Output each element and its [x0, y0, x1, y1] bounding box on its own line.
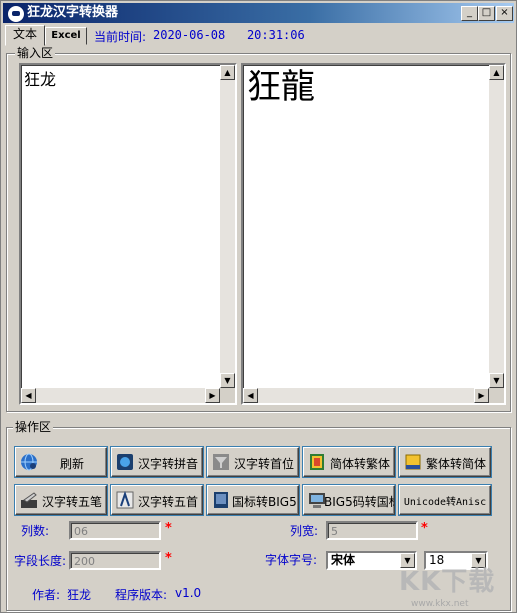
- watermark-logo: KK下载: [399, 567, 496, 597]
- author-label: 作者:: [32, 588, 61, 602]
- version-value: v1.0: [175, 586, 202, 600]
- tab-text[interactable]: 文本: [5, 25, 45, 46]
- columns-required-mark: *: [165, 521, 172, 536]
- column-width-required-mark: *: [421, 521, 428, 536]
- scroll-up-icon[interactable]: ▲: [489, 65, 504, 80]
- hanzi-to-wubi-initial-button[interactable]: 汉字转五首: [111, 485, 203, 515]
- source-horizontal-scrollbar[interactable]: ◀ ▶: [21, 388, 220, 403]
- field-length-label: 字段长度:: [14, 554, 67, 568]
- scroll-left-icon[interactable]: ◀: [21, 388, 36, 403]
- simplified-to-traditional-button[interactable]: 简体转繁体: [303, 447, 395, 477]
- scroll-down-icon[interactable]: ▼: [489, 373, 504, 388]
- result-vertical-scrollbar[interactable]: ▲ ▼: [489, 65, 504, 388]
- pinyin-icon: [117, 454, 133, 470]
- column-width-label: 列宽:: [290, 524, 319, 538]
- hanzi-to-pinyin-button[interactable]: 汉字转拼音: [111, 447, 203, 477]
- gb-to-big5-button[interactable]: 国标转BIG5: [207, 485, 299, 515]
- font-family-value: 宋体: [331, 553, 356, 567]
- font-label: 字体字号:: [265, 553, 318, 567]
- columns-input[interactable]: 06: [69, 521, 161, 540]
- column-width-input[interactable]: 5: [326, 521, 418, 540]
- book-icon: [310, 454, 324, 470]
- author-name: 狂龙: [67, 588, 92, 602]
- current-clock: 20:31:06: [246, 28, 305, 42]
- refresh-button[interactable]: 刷新: [15, 447, 107, 477]
- source-textbox[interactable]: 狂龙 ▲ ▼ ◀ ▶: [19, 63, 237, 405]
- title-bar[interactable]: 狂龙汉字转换器 _ □ ×: [3, 3, 514, 23]
- document-icon: [214, 492, 228, 508]
- big5-to-gb-button[interactable]: BIG5码转国标: [303, 485, 395, 515]
- field-length-required-mark: *: [165, 551, 172, 566]
- tab-excel[interactable]: Excel: [45, 27, 87, 45]
- source-text: 狂龙: [24, 70, 57, 89]
- scroll-corner: [220, 388, 235, 403]
- scroll-right-icon[interactable]: ▶: [205, 388, 220, 403]
- version-label: 程序版本:: [115, 588, 168, 602]
- result-text: 狂龍: [247, 67, 315, 107]
- watermark-url: www.kkx.net: [411, 599, 469, 609]
- current-time-value: 2020-06-08 20:31:06: [153, 28, 305, 42]
- close-button[interactable]: ×: [496, 6, 513, 21]
- result-horizontal-scrollbar[interactable]: ◀ ▶: [243, 388, 489, 403]
- scroll-down-icon[interactable]: ▼: [220, 373, 235, 388]
- scroll-left-icon[interactable]: ◀: [243, 388, 258, 403]
- traditional-to-simplified-button[interactable]: 繁体转简体: [399, 447, 491, 477]
- source-vertical-scrollbar[interactable]: ▲ ▼: [220, 65, 235, 388]
- columns-label: 列数:: [21, 524, 50, 538]
- note-icon: [405, 454, 421, 470]
- app-icon[interactable]: [7, 5, 25, 23]
- result-textbox[interactable]: 狂龍 ▲ ▼ ◀ ▶: [241, 63, 506, 405]
- hanzi-to-initial-button[interactable]: 汉字转首位: [207, 447, 299, 477]
- field-length-input[interactable]: 200: [69, 551, 161, 570]
- maximize-button[interactable]: □: [478, 6, 495, 21]
- minimize-button[interactable]: _: [461, 6, 478, 21]
- current-date: 2020-06-08: [153, 28, 226, 42]
- operation-group-label: 操作区: [13, 420, 54, 434]
- current-time-label: 当前时间:: [94, 30, 147, 44]
- scroll-up-icon[interactable]: ▲: [220, 65, 235, 80]
- window-title: 狂龙汉字转换器: [27, 5, 119, 20]
- input-group-label: 输入区: [15, 46, 56, 60]
- refresh-globe-icon: [21, 453, 37, 471]
- pen-icon: [21, 492, 37, 508]
- funnel-icon: [213, 454, 229, 470]
- scroll-corner: [489, 388, 504, 403]
- scroll-right-icon[interactable]: ▶: [474, 388, 489, 403]
- main-window: 狂龙汉字转换器 _ □ × 文本 Excel 当前时间: 2020-06-08 …: [0, 0, 517, 613]
- unicode-to-ansi-button[interactable]: Unicode转Anisc: [399, 485, 491, 515]
- hanzi-to-wubi-button[interactable]: 汉字转五笔: [15, 485, 107, 515]
- compass-icon: [116, 491, 134, 509]
